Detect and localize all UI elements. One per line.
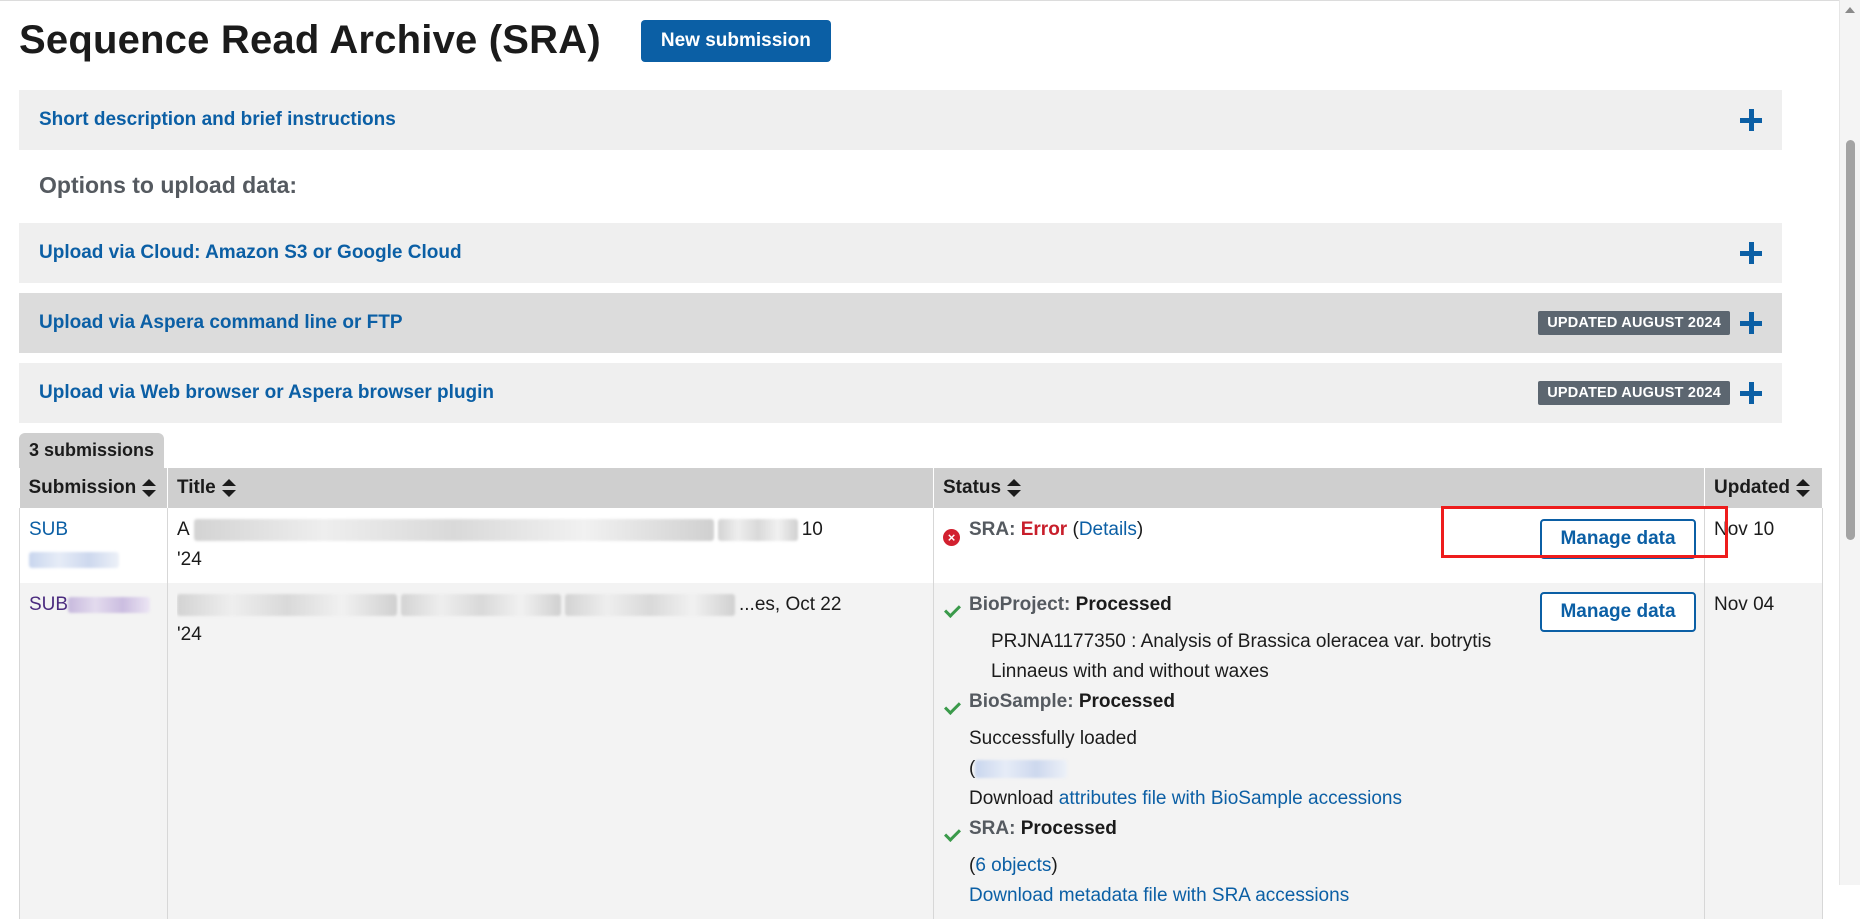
submission-cell: SUB — [19, 508, 168, 583]
status-service: SRA: — [969, 519, 1016, 540]
status-service: BioProject: — [969, 594, 1071, 615]
manage-data-button[interactable]: Manage data — [1540, 519, 1696, 559]
status-cell: BioProject: Processed PRJNA1177350 : Ana… — [933, 583, 1705, 919]
details-link[interactable]: Details — [1079, 519, 1137, 540]
sra-metadata-line: Download metadata file with SRA accessio… — [969, 881, 1695, 911]
accordion-upload-cloud[interactable]: Upload via Cloud: Amazon S3 or Google Cl… — [19, 223, 1782, 283]
title-text: A — [177, 519, 190, 540]
title-cell: A 10 '24 — [167, 508, 934, 583]
scroll-up-icon[interactable] — [1845, 7, 1855, 13]
title-text: ...es, Oct 22 — [739, 594, 842, 615]
check-icon — [943, 694, 961, 724]
table-header-row: Submission Title Status Updated — [19, 468, 1823, 508]
biosample-loaded-text: Successfully loaded — [969, 728, 1137, 749]
title-line: ...es, Oct 22 — [177, 590, 924, 620]
redacted-text — [565, 593, 735, 616]
status-processed: Processed — [1078, 691, 1175, 712]
column-header-label: Submission — [28, 477, 137, 498]
updated-badge: UPDATED AUGUST 2024 — [1538, 381, 1730, 405]
status-processed: Processed — [1075, 594, 1172, 615]
submission-id-text: SUB — [29, 594, 69, 615]
plus-icon[interactable] — [1740, 382, 1762, 404]
column-header-updated[interactable]: Updated — [1704, 468, 1823, 508]
manage-button-wrap: Manage data — [1540, 519, 1696, 559]
check-icon — [943, 597, 961, 627]
accordion-label: Upload via Cloud: Amazon S3 or Google Cl… — [39, 242, 462, 263]
bioproject-detail: PRJNA1177350 : Analysis of Brassica oler… — [991, 631, 1492, 682]
accordion-upload-aspera-ftp[interactable]: Upload via Aspera command line or FTP UP… — [19, 293, 1782, 353]
vertical-scrollbar[interactable] — [1839, 0, 1860, 885]
accordion-label: Short description and brief instructions — [39, 109, 396, 130]
download-prefix: Download — [969, 788, 1054, 809]
table-row: SUB ...es, Oct 22 '24 BioProject: Proces… — [19, 583, 1823, 919]
plus-icon[interactable] — [1740, 242, 1762, 264]
page: Sequence Read Archive (SRA) New submissi… — [0, 0, 1840, 919]
submission-id-text: SUB — [29, 519, 69, 540]
manage-button-wrap: Manage data — [1540, 592, 1696, 632]
biosample-download-line: Download attributes file with BioSample … — [969, 784, 1695, 814]
page-title: Sequence Read Archive (SRA) — [19, 18, 601, 62]
status-cell: × SRA: Error (Details) Manage data — [933, 508, 1705, 583]
redacted-text — [975, 759, 1068, 778]
submissions-count-tab: 3 submissions — [19, 433, 165, 468]
accordion-short-description[interactable]: Short description and brief instructions — [19, 90, 1782, 150]
title-text: '24 — [177, 549, 202, 570]
paren: ) — [1136, 519, 1144, 540]
check-icon — [943, 821, 961, 851]
redacted-text — [29, 551, 119, 568]
title-text: 10 — [801, 519, 823, 540]
sort-icon[interactable] — [142, 478, 157, 497]
status-service: BioSample: — [969, 691, 1074, 712]
error-icon: × — [943, 522, 961, 552]
status-service: SRA: — [969, 818, 1016, 839]
column-header-label: Updated — [1714, 477, 1790, 498]
column-header-submission[interactable]: Submission — [19, 468, 168, 508]
redacted-text — [193, 518, 714, 541]
sra-objects-line: (6 objects) — [969, 855, 1058, 876]
accordion-label: Upload via Web browser or Aspera browser… — [39, 382, 495, 403]
sra-metadata-link[interactable]: Download metadata file with SRA accessio… — [969, 885, 1349, 906]
status-error: Error — [1020, 519, 1068, 540]
accordion-upload-web-browser[interactable]: Upload via Web browser or Aspera browser… — [19, 363, 1782, 423]
submission-id-link[interactable]: SUB — [29, 594, 151, 615]
updated-cell: Nov 04 — [1704, 583, 1823, 919]
column-header-label: Title — [177, 477, 216, 498]
updated-cell: Nov 10 — [1704, 508, 1823, 583]
redacted-text — [68, 596, 151, 613]
biosample-attributes-link[interactable]: attributes file with BioSample accession… — [1059, 788, 1402, 809]
page-header: Sequence Read Archive (SRA) New submissi… — [19, 13, 831, 68]
options-heading: Options to upload data: — [39, 172, 298, 198]
status-processed: Processed — [1020, 818, 1117, 839]
submissions-table: Submission Title Status Updated SUB A 10 … — [19, 468, 1823, 919]
sort-icon[interactable] — [1796, 478, 1810, 497]
status-line-biosample: BioSample: Processed — [943, 687, 1695, 724]
redacted-text — [401, 593, 561, 616]
plus-icon[interactable] — [1740, 109, 1762, 131]
manage-data-button[interactable]: Manage data — [1540, 592, 1696, 632]
accordion-label: Upload via Aspera command line or FTP — [39, 312, 403, 333]
sort-icon[interactable] — [221, 478, 236, 497]
updated-badge: UPDATED AUGUST 2024 — [1538, 311, 1730, 335]
title-text: '24 — [177, 624, 202, 645]
redacted-text — [177, 593, 397, 616]
sra-objects-link[interactable]: 6 objects — [975, 855, 1051, 876]
column-header-label: Status — [943, 477, 1002, 498]
scrollbar-thumb[interactable] — [1846, 140, 1855, 540]
column-header-title[interactable]: Title — [167, 468, 934, 508]
plus-icon[interactable] — [1740, 312, 1762, 334]
submission-cell: SUB — [19, 583, 168, 919]
column-header-status[interactable]: Status — [933, 468, 1705, 508]
title-cell: ...es, Oct 22 '24 — [167, 583, 934, 919]
title-line: A 10 — [177, 515, 924, 545]
table-row: SUB A 10 '24 × SRA: Error (Details) Mana… — [19, 508, 1823, 583]
biosample-accessions-line: ( — [969, 754, 1695, 784]
submission-id-link[interactable]: SUB — [29, 519, 119, 570]
status-line-sra: SRA: Processed — [943, 814, 1695, 851]
new-submission-button[interactable]: New submission — [640, 19, 831, 62]
sort-icon[interactable] — [1007, 478, 1022, 497]
redacted-text — [717, 518, 798, 541]
